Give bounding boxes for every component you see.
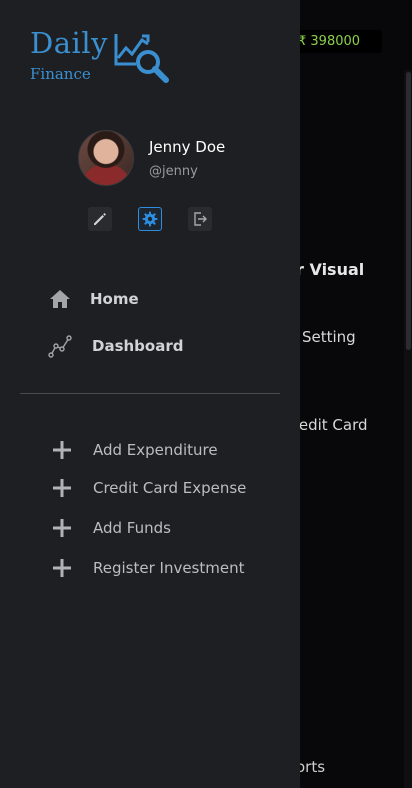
avatar[interactable] — [78, 130, 134, 186]
graph-nodes-icon — [48, 334, 72, 358]
navigation-drawer: Daily Finance Jenny Doe @jenny Home Dash… — [0, 0, 300, 788]
scrollbar-thumb[interactable] — [406, 72, 411, 350]
register-investment-button[interactable]: Register Investment — [50, 555, 245, 581]
brand-name-line2: Finance — [30, 65, 91, 83]
action-label: Credit Card Expense — [93, 479, 247, 497]
background-heading: r Visual — [296, 260, 365, 279]
pencil-icon — [94, 213, 106, 225]
nav-item-home[interactable]: Home — [48, 284, 139, 314]
nav-item-label: Home — [90, 290, 139, 308]
add-funds-button[interactable]: Add Funds — [50, 515, 171, 541]
profile-name: Jenny Doe — [149, 138, 226, 156]
background-reports-item[interactable]: orts — [296, 758, 325, 776]
plus-icon — [50, 556, 74, 580]
plus-icon — [50, 476, 74, 500]
nav-item-dashboard[interactable]: Dashboard — [48, 331, 183, 361]
logout-button[interactable] — [188, 207, 212, 231]
add-expenditure-button[interactable]: Add Expenditure — [50, 437, 218, 463]
action-label: Add Expenditure — [93, 441, 218, 459]
brand-name-line1: Daily — [30, 26, 108, 60]
background-setting-item[interactable]: Setting — [302, 328, 356, 346]
action-label: Register Investment — [93, 559, 245, 577]
plus-icon — [50, 516, 74, 540]
profile-handle: @jenny — [149, 164, 198, 179]
gear-icon — [142, 211, 158, 227]
nav-item-label: Dashboard — [92, 337, 184, 355]
action-label: Add Funds — [93, 519, 171, 537]
plus-icon — [50, 438, 74, 462]
balance-badge: ₹ 398000 — [292, 30, 382, 53]
home-icon — [48, 287, 72, 311]
edit-profile-button[interactable] — [88, 207, 112, 231]
credit-card-expense-button[interactable]: Credit Card Expense — [50, 475, 246, 501]
chart-magnifier-icon — [114, 34, 169, 83]
logout-icon — [194, 212, 207, 226]
settings-button[interactable] — [138, 207, 162, 231]
brand-logo: Daily Finance — [30, 26, 170, 84]
background-credit-card-item[interactable]: redit Card — [293, 416, 368, 434]
drawer-divider — [20, 393, 280, 394]
